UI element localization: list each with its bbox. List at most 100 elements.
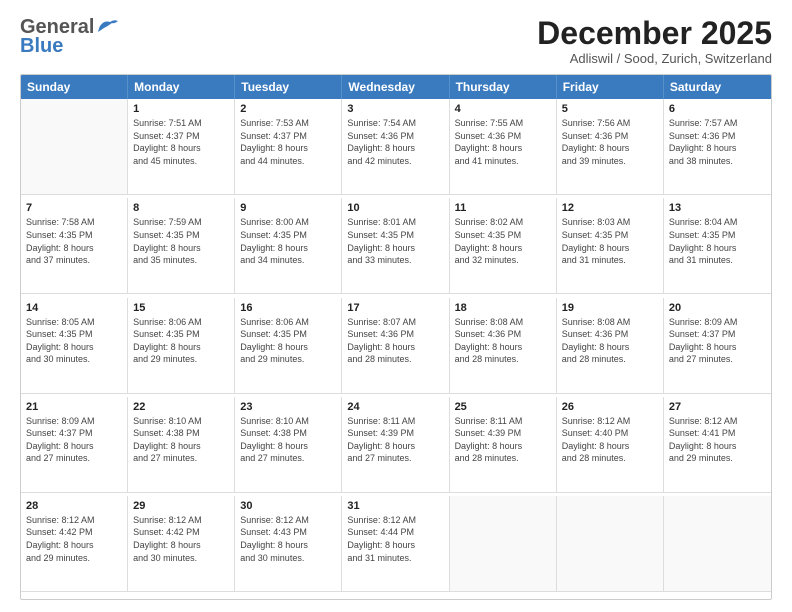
day-cell-28: 28 Sunrise: 8:12 AMSunset: 4:42 PMDayligh…	[21, 496, 128, 592]
day-info: Sunrise: 7:51 AMSunset: 4:37 PMDaylight:…	[133, 117, 229, 167]
day-info: Sunrise: 7:57 AMSunset: 4:36 PMDaylight:…	[669, 117, 766, 167]
day-number: 8	[133, 202, 229, 214]
header-day-sunday: Sunday	[21, 75, 128, 99]
day-cell-17: 17Sunrise: 8:07 AMSunset: 4:36 PMDayligh…	[342, 298, 449, 394]
header: General Blue December 2025 Adliswil / So…	[20, 16, 772, 66]
day-info: Sunrise: 8:08 AMSunset: 4:36 PMDaylight:…	[562, 316, 658, 366]
day-number: 18	[455, 302, 551, 314]
day-number: 29	[133, 500, 229, 512]
month-title: December 2025	[537, 16, 772, 51]
day-info: Sunrise: 8:12 AMSunset: 4:40 PMDaylight:…	[562, 415, 658, 465]
day-cell-8: 8 Sunrise: 7:59 AMSunset: 4:35 PMDaylight…	[128, 198, 235, 294]
day-info: Sunrise: 8:04 AMSunset: 4:35 PMDaylight:…	[669, 216, 766, 266]
day-info: Sunrise: 8:05 AMSunset: 4:35 PMDaylight:…	[26, 316, 122, 366]
header-day-friday: Friday	[557, 75, 664, 99]
day-number: 23	[240, 401, 336, 413]
day-cell-2: 2Sunrise: 7:53 AMSunset: 4:37 PMDaylight…	[235, 99, 342, 195]
day-number: 10	[347, 202, 443, 214]
day-cell-6: 6 Sunrise: 7:57 AMSunset: 4:36 PMDaylight…	[664, 99, 771, 195]
day-info: Sunrise: 8:11 AMSunset: 4:39 PMDaylight:…	[455, 415, 551, 465]
logo-blue: Blue	[20, 35, 63, 58]
day-info: Sunrise: 8:03 AMSunset: 4:35 PMDaylight:…	[562, 216, 658, 266]
day-info: Sunrise: 8:01 AMSunset: 4:35 PMDaylight:…	[347, 216, 443, 266]
day-cell-31: 31Sunrise: 8:12 AMSunset: 4:44 PMDayligh…	[342, 496, 449, 592]
day-info: Sunrise: 8:06 AMSunset: 4:35 PMDaylight:…	[133, 316, 229, 366]
day-number: 12	[562, 202, 658, 214]
day-cell-1: 1 Sunrise: 7:51 AMSunset: 4:37 PMDaylight…	[128, 99, 235, 195]
day-cell-23: 23 Sunrise: 8:10 AMSunset: 4:38 PMDayligh…	[235, 397, 342, 493]
header-day-monday: Monday	[128, 75, 235, 99]
subtitle: Adliswil / Sood, Zurich, Switzerland	[537, 51, 772, 66]
day-number: 9	[240, 202, 336, 214]
calendar-body: 1 Sunrise: 7:51 AMSunset: 4:37 PMDaylight…	[21, 99, 771, 595]
day-info: Sunrise: 7:59 AMSunset: 4:35 PMDaylight:…	[133, 216, 229, 266]
day-info: Sunrise: 7:55 AMSunset: 4:36 PMDaylight:…	[455, 117, 551, 167]
day-cell-29: 29 Sunrise: 8:12 AMSunset: 4:42 PMDayligh…	[128, 496, 235, 592]
day-number: 7	[26, 202, 122, 214]
day-info: Sunrise: 8:10 AMSunset: 4:38 PMDaylight:…	[240, 415, 336, 465]
calendar: SundayMondayTuesdayWednesdayThursdayFrid…	[20, 74, 772, 600]
day-cell-25: 25 Sunrise: 8:11 AMSunset: 4:39 PMDayligh…	[450, 397, 557, 493]
day-info: Sunrise: 7:54 AMSunset: 4:36 PMDaylight:…	[347, 117, 443, 167]
day-cell-12: 12 Sunrise: 8:03 AMSunset: 4:35 PMDayligh…	[557, 198, 664, 294]
empty-cell	[664, 496, 771, 592]
day-cell-15: 15 Sunrise: 8:06 AMSunset: 4:35 PMDayligh…	[128, 298, 235, 394]
day-number: 19	[562, 302, 658, 314]
day-number: 13	[669, 202, 766, 214]
empty-cell	[21, 99, 128, 195]
day-info: Sunrise: 8:12 AMSunset: 4:42 PMDaylight:…	[133, 514, 229, 564]
day-info: Sunrise: 8:06 AMSunset: 4:35 PMDaylight:…	[240, 316, 336, 366]
day-info: Sunrise: 8:09 AMSunset: 4:37 PMDaylight:…	[669, 316, 766, 366]
day-info: Sunrise: 8:10 AMSunset: 4:38 PMDaylight:…	[133, 415, 229, 465]
day-info: Sunrise: 8:00 AMSunset: 4:35 PMDaylight:…	[240, 216, 336, 266]
day-number: 6	[669, 103, 766, 115]
header-day-tuesday: Tuesday	[235, 75, 342, 99]
day-cell-10: 10 Sunrise: 8:01 AMSunset: 4:35 PMDayligh…	[342, 198, 449, 294]
day-number: 31	[347, 500, 443, 512]
day-number: 21	[26, 401, 122, 413]
page: General Blue December 2025 Adliswil / So…	[0, 0, 792, 612]
day-cell-16: 16 Sunrise: 8:06 AMSunset: 4:35 PMDayligh…	[235, 298, 342, 394]
logo-bird-icon	[96, 18, 118, 34]
day-number: 4	[455, 103, 551, 115]
day-info: Sunrise: 8:11 AMSunset: 4:39 PMDaylight:…	[347, 415, 443, 465]
day-number: 25	[455, 401, 551, 413]
day-cell-5: 5Sunrise: 7:56 AMSunset: 4:36 PMDaylight…	[557, 99, 664, 195]
day-number: 16	[240, 302, 336, 314]
day-cell-21: 21 Sunrise: 8:09 AMSunset: 4:37 PMDayligh…	[21, 397, 128, 493]
day-number: 22	[133, 401, 229, 413]
day-info: Sunrise: 7:53 AMSunset: 4:37 PMDaylight:…	[240, 117, 336, 167]
day-number: 15	[133, 302, 229, 314]
day-info: Sunrise: 8:02 AMSunset: 4:35 PMDaylight:…	[455, 216, 551, 266]
day-number: 20	[669, 302, 766, 314]
day-number: 26	[562, 401, 658, 413]
header-day-saturday: Saturday	[664, 75, 771, 99]
day-cell-22: 22 Sunrise: 8:10 AMSunset: 4:38 PMDayligh…	[128, 397, 235, 493]
title-block: December 2025 Adliswil / Sood, Zurich, S…	[537, 16, 772, 66]
day-cell-11: 11 Sunrise: 8:02 AMSunset: 4:35 PMDayligh…	[450, 198, 557, 294]
day-number: 17	[347, 302, 443, 314]
day-cell-27: 27Sunrise: 8:12 AMSunset: 4:41 PMDayligh…	[664, 397, 771, 493]
day-cell-18: 18Sunrise: 8:08 AMSunset: 4:36 PMDayligh…	[450, 298, 557, 394]
day-cell-24: 24 Sunrise: 8:11 AMSunset: 4:39 PMDayligh…	[342, 397, 449, 493]
day-info: Sunrise: 8:12 AMSunset: 4:43 PMDaylight:…	[240, 514, 336, 564]
day-number: 24	[347, 401, 443, 413]
day-number: 3	[347, 103, 443, 115]
day-info: Sunrise: 8:09 AMSunset: 4:37 PMDaylight:…	[26, 415, 122, 465]
day-info: Sunrise: 8:12 AMSunset: 4:42 PMDaylight:…	[26, 514, 122, 564]
calendar-header: SundayMondayTuesdayWednesdayThursdayFrid…	[21, 75, 771, 99]
day-info: Sunrise: 7:58 AMSunset: 4:35 PMDaylight:…	[26, 216, 122, 266]
day-number: 11	[455, 202, 551, 214]
day-cell-9: 9 Sunrise: 8:00 AMSunset: 4:35 PMDaylight…	[235, 198, 342, 294]
header-day-wednesday: Wednesday	[342, 75, 449, 99]
day-cell-26: 26 Sunrise: 8:12 AMSunset: 4:40 PMDayligh…	[557, 397, 664, 493]
day-number: 28	[26, 500, 122, 512]
day-cell-14: 14Sunrise: 8:05 AMSunset: 4:35 PMDayligh…	[21, 298, 128, 394]
day-cell-20: 20 Sunrise: 8:09 AMSunset: 4:37 PMDayligh…	[664, 298, 771, 394]
day-cell-7: 7 Sunrise: 7:58 AMSunset: 4:35 PMDaylight…	[21, 198, 128, 294]
logo: General Blue	[20, 16, 118, 58]
day-number: 1	[133, 103, 229, 115]
day-cell-4: 4 Sunrise: 7:55 AMSunset: 4:36 PMDaylight…	[450, 99, 557, 195]
day-number: 5	[562, 103, 658, 115]
empty-cell	[450, 496, 557, 592]
